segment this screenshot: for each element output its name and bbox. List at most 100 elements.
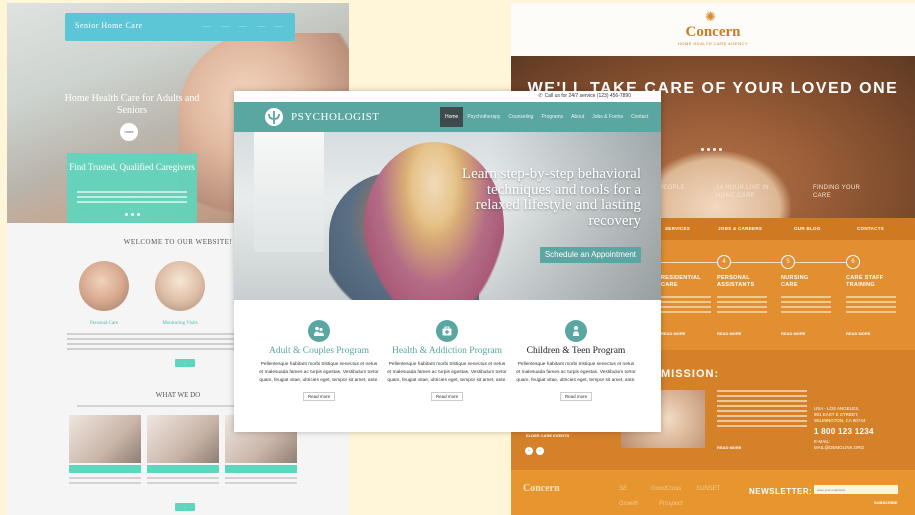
header: ✺ Concern HOME HEALTH CARE AGENCY [511, 3, 915, 56]
address-line: WILMINGTON, CA 90744 [814, 418, 866, 423]
service-photo [69, 415, 141, 463]
hero-caption[interactable]: 24 HOUR LIVE IN HOME CARE [716, 184, 776, 200]
service-tag[interactable] [225, 465, 297, 473]
program-title[interactable]: Children & Teen Program [516, 346, 636, 357]
mission-heading: MISSION: [661, 368, 720, 380]
mission-text [717, 390, 807, 430]
read-more-link[interactable]: READ MORE [717, 445, 741, 450]
carousel-arrows: ‹ › [525, 447, 544, 455]
nav-item[interactable]: —— [275, 23, 283, 28]
step-connector [661, 262, 717, 263]
sun-logo-icon: ✺ [705, 9, 716, 24]
promo-text [77, 191, 187, 206]
slider-dots[interactable] [125, 213, 140, 216]
site-logo[interactable]: Senior Home Care [75, 21, 143, 30]
partner-logo[interactable]: GoodCross [651, 486, 681, 492]
step-connector [731, 262, 781, 263]
read-more-link[interactable]: READ MORE [661, 331, 685, 336]
read-more-link[interactable]: READ MORE [717, 331, 741, 336]
nav-item-counseling[interactable]: Counseling [504, 107, 537, 127]
partner-logo[interactable]: SUNSET [696, 486, 720, 492]
phone-icon: ✆ [538, 93, 543, 99]
nav-item-contact[interactable]: Contact [627, 107, 652, 127]
service-text [717, 296, 767, 316]
top-nav: Senior Home Care —— —— —— —— —— [65, 13, 295, 41]
partner-logo[interactable]: SE [619, 486, 627, 492]
nav-item[interactable]: —— [257, 23, 265, 28]
nav-item-jobs-forms[interactable]: Jobs & Forms [588, 107, 627, 127]
email-link[interactable]: MAIL@DEMOLINK.ORG [814, 445, 864, 450]
chevron-right-icon[interactable]: › [536, 447, 544, 455]
hero-banner: Learn step-by-step behavioral techniques… [234, 132, 661, 300]
service-title[interactable]: PERSONAL ASSISTANTS [717, 275, 767, 289]
email-label: E-MAIL: [814, 439, 831, 444]
more-button[interactable]: more [120, 123, 138, 141]
nav-item-psychotherapy[interactable]: Psychotherapy [463, 107, 504, 127]
step-number: 4 [717, 255, 731, 269]
psychology-logo-icon [265, 108, 283, 126]
more-button-small[interactable]: › [175, 359, 195, 367]
service-title[interactable]: CARE STAFF TRAINING [846, 275, 896, 289]
service-text [846, 296, 896, 316]
nav-item-jobs[interactable]: JOBS & CAREERS [718, 226, 762, 231]
site-logo[interactable]: Concern [511, 24, 915, 41]
service-tag[interactable] [69, 465, 141, 473]
read-more-button[interactable]: Read more [302, 392, 336, 401]
child-icon[interactable] [565, 320, 587, 342]
read-more-link[interactable]: READ MORE [846, 331, 870, 336]
monitoring-photo [155, 261, 205, 311]
nav-item-about[interactable]: About [567, 107, 588, 127]
logo-tagline: HOME HEALTH CARE AGENCY [677, 41, 749, 46]
phone-number[interactable]: 1 800 123 1234 [814, 427, 874, 436]
service-text [225, 477, 297, 487]
feature-label[interactable]: Personal Care [69, 321, 139, 326]
footer-logo[interactable]: Concern [523, 483, 560, 494]
hero-caption[interactable]: PEOPLE [659, 184, 685, 192]
nav-item-services[interactable]: SERVICES [665, 226, 690, 231]
partner-logo[interactable]: Growth [619, 501, 638, 507]
slider-dots[interactable] [701, 148, 722, 151]
service-tag[interactable] [147, 465, 219, 473]
newsletter-email-input[interactable] [814, 485, 898, 494]
service-text [69, 477, 141, 487]
hero-title: Learn step-by-step behavioral techniques… [461, 166, 641, 229]
read-more-button[interactable]: Read more [559, 392, 593, 401]
elder-care-link[interactable]: ELDER CARE EVENTS [526, 433, 569, 438]
medical-kit-icon[interactable] [436, 320, 458, 342]
step-connector [795, 262, 846, 263]
address-line: USA - LOS ANGELES, [814, 406, 860, 411]
read-more-button[interactable]: Read more [430, 392, 464, 401]
subscribe-button[interactable]: SUBSCRIBE [874, 500, 898, 505]
nav-item-programs[interactable]: Programs [537, 107, 567, 127]
program-title[interactable]: Health & Addiction Program [387, 346, 507, 357]
nav-item[interactable]: —— [239, 23, 247, 28]
more-button-small[interactable]: › [175, 503, 195, 511]
read-more-link[interactable]: READ MORE [781, 331, 805, 336]
phone-info: ✆ Call us for 24/7 service (123) 456-7890 [538, 93, 631, 99]
service-photo [147, 415, 219, 463]
footer: Concern SE GoodCross SUNSET Growth Prosp… [511, 470, 915, 515]
step-number: 5 [781, 255, 795, 269]
program-card: Adult & Couples Program Pellentesque hab… [259, 320, 379, 403]
site-logo[interactable]: PSYCHOLOGIST [291, 111, 380, 123]
nav-item[interactable]: —— [221, 23, 229, 28]
service-title[interactable]: NURSING CARE [781, 275, 821, 289]
nav-menu: —— —— —— —— —— [203, 23, 283, 28]
program-title[interactable]: Adult & Couples Program [259, 346, 379, 357]
service-text [147, 477, 219, 487]
nav-item[interactable]: —— [203, 23, 211, 28]
hero-caption[interactable]: FINDING YOUR CARE [813, 184, 863, 200]
couple-icon[interactable] [308, 320, 330, 342]
newsletter-label: NEWSLETTER: [749, 487, 813, 496]
nav-item-blog[interactable]: OUR BLOG [794, 226, 821, 231]
service-title[interactable]: RESIDENTIAL CARE [661, 275, 711, 289]
partner-logo[interactable]: Prospect [659, 501, 683, 507]
program-description: Pellentesque habitant morbi tristique se… [387, 362, 507, 383]
programs-section: Adult & Couples Program Pellentesque hab… [234, 300, 661, 432]
top-bar: ✆ Call us for 24/7 service (123) 456-7890 [234, 91, 661, 102]
schedule-appointment-button[interactable]: Schedule an Appointment [539, 247, 641, 263]
chevron-left-icon[interactable]: ‹ [525, 447, 533, 455]
nav-item-home[interactable]: Home [440, 107, 464, 127]
feature-label[interactable]: Monitoring Visits [145, 321, 215, 326]
nav-item-contacts[interactable]: CONTACTS [857, 226, 884, 231]
